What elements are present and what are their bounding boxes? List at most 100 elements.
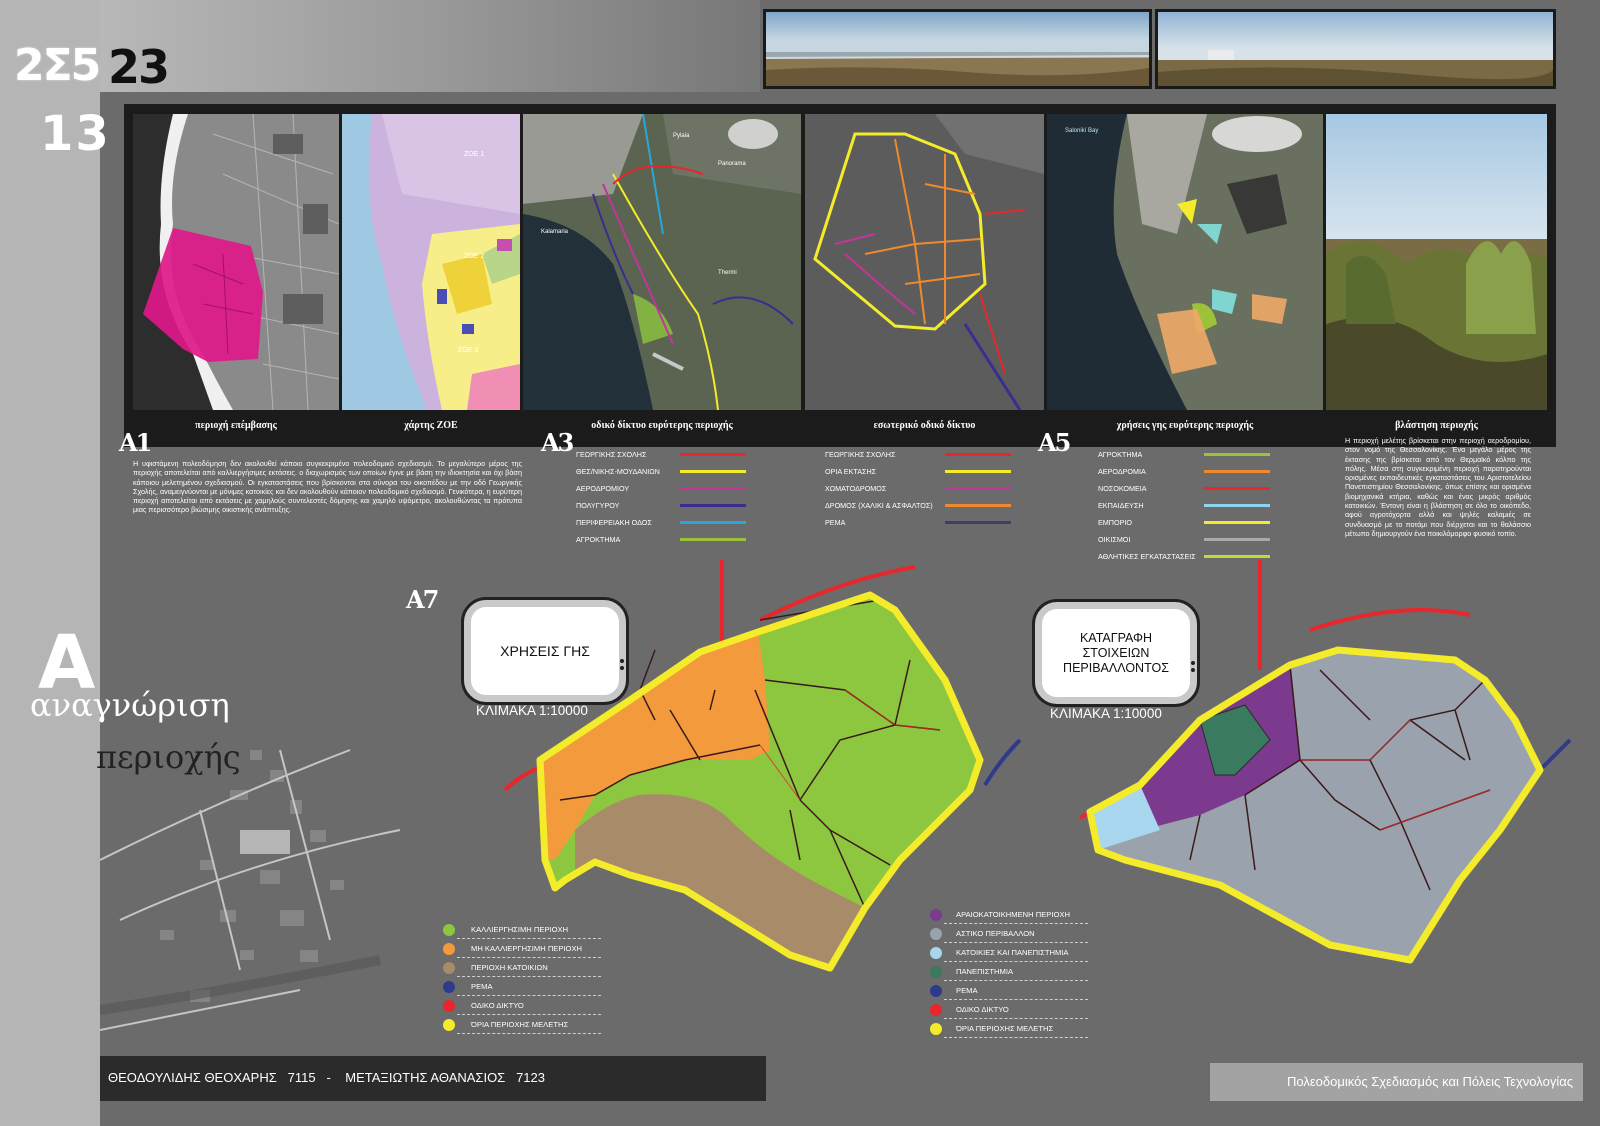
a4-legend-label-2: ΧΩΜΑΤΟΔΡΟΜΟΣ [825, 484, 887, 493]
footer-course-bar: Πολεοδομικός Σχεδιασμός και Πόλεις Τεχνο… [1210, 1063, 1583, 1101]
map1-legend-dot-0 [443, 924, 455, 936]
map2-legend-dot-5 [930, 1004, 942, 1016]
a3-legend-swatch-0 [680, 453, 746, 456]
map2-legend-dot-2 [930, 947, 942, 959]
a5-legend-label-3: ΕΚΠΑΙΔΕΥΣΗ [1098, 501, 1144, 510]
author-1-id: 7115 [287, 1070, 316, 1085]
caption-intervention-area: περιοχή επέμβασης [195, 420, 277, 431]
a3-legend-label-0: ΓΕΩΡΓΙΚΗΣ ΣΧΟΛΗΣ [576, 450, 647, 459]
a3-legend-swatch-5 [680, 538, 746, 541]
section-label-a3: A3 [541, 428, 574, 457]
zoe-label-2: ΖΟΕ 2 [464, 253, 484, 260]
caption-internal-road-network: εσωτερικό οδικό δίκτυο [873, 420, 976, 431]
panel-internal-road-network [805, 114, 1044, 410]
a5-legend-swatch-4 [1204, 521, 1270, 524]
a5-legend-swatch-5 [1204, 538, 1270, 541]
map1-legend-dot-3 [443, 981, 455, 993]
footer-authors: ΘΕΟΔΟΥΛΙΔΗΣ ΘΕΟΧΑΡΗΣ 7115 - ΜΕΤΑΞΙΩΤΗΣ Α… [108, 1070, 545, 1085]
title-recognition: αναγνώριση [30, 686, 230, 724]
a3-legend-swatch-2 [680, 487, 746, 490]
panel-intervention-area [133, 114, 339, 410]
map2-legend-label-4: ΡΕΜΑ [956, 986, 978, 995]
author-1-name: ΘΕΟΔΟΥΛΙΔΗΣ ΘΕΟΧΑΡΗΣ [108, 1070, 277, 1085]
footer-authors-bar: ΘΕΟΔΟΥΛΙΔΗΣ ΘΕΟΧΑΡΗΣ 7115 - ΜΕΤΑΞΙΩΤΗΣ Α… [100, 1056, 766, 1101]
a4-legend-label-3: ΔΡΟΜΟΣ (ΧΑΛΙΚΙ & ΑΣΦΑΛΤΟΣ) [825, 501, 933, 510]
a5-legend-swatch-2 [1204, 487, 1270, 490]
a5-legend: ΑΓΡΟΚΤΗΜΑ ΑΕΡΟΔΡΟΜΙΑ ΝΟΣΟΚΟΜΕΙΑ ΕΚΠΑΙΔΕΥ… [1098, 450, 1278, 570]
top-gradient-band [100, 0, 760, 92]
a3-legend-swatch-1 [680, 470, 746, 473]
map1-legend-dot-2 [443, 962, 455, 974]
map2-legend-dot-6 [930, 1023, 942, 1035]
a3-legend-swatch-3 [680, 504, 746, 507]
map2-legend: ΑΡΑΙΟΚΑΤΟΙΚΗΜΕΝΗ ΠΕΡΙΟΧΗ ΑΣΤΙΚΟ ΠΕΡΙΒΑΛΛ… [930, 909, 1090, 1039]
map2-legend-dot-0 [930, 909, 942, 921]
section-label-a5: A5 [1038, 428, 1071, 457]
aerial-sketch-background [99, 610, 420, 1050]
place-label-thermi: Thermi [718, 270, 737, 276]
a4-legend-label-1: ΟΡΙΑ ΕΚΤΑΣΗΣ [825, 467, 877, 476]
map2-legend-dot-4 [930, 985, 942, 997]
caption-zoe-map: χάρτης ΖΟΕ [404, 420, 458, 431]
panorama-field [1155, 9, 1556, 89]
section-label-a1: A1 [119, 428, 152, 457]
panel-wider-road-network: Kalamaria Pylaia Panorama Thermi [523, 114, 801, 410]
map1-legend-label-3: ΡΕΜΑ [471, 982, 493, 991]
map1-legend-dot-1 [443, 943, 455, 955]
a4-legend-swatch-2 [945, 487, 1011, 490]
author-separator: - [326, 1070, 331, 1085]
a3-legend-label-2: ΑΕΡΟΔΡΟΜΙΟΥ [576, 484, 630, 493]
a6-description: Η περιοχή μελέτης βρίσκεται στην περιοχή… [1345, 436, 1531, 538]
map2-legend-dot-1 [930, 928, 942, 940]
map2-legend-label-2: ΚΑΤΟΙΚΙΕΣ ΚΑΙ ΠΑΝΕΠΙΣΤΗΜΙΑ [956, 948, 1069, 957]
course-title: Πολεοδομικός Σχεδιασμός και Πόλεις Τεχνο… [1287, 1074, 1573, 1089]
map-environment-survey [1070, 560, 1600, 1000]
author-2-id: 7123 [516, 1070, 545, 1085]
map2-legend-label-3: ΠΑΝΕΠΙΣΤΗΜΙΑ [956, 967, 1014, 976]
map2-legend-label-5: ΟΔΙΚΟ ΔΙΚΤΥΟ [956, 1005, 1009, 1014]
map1-legend-label-5: ΌΡΙΑ ΠΕΡΙΟΧΗΣ ΜΕΛΕΤΗΣ [471, 1020, 569, 1029]
map2-legend-label-6: ΌΡΙΑ ΠΕΡΙΟΧΗΣ ΜΕΛΕΤΗΣ [956, 1024, 1054, 1033]
a5-legend-swatch-0 [1204, 453, 1270, 456]
left-sidebar [0, 0, 100, 1126]
a5-legend-label-0: ΑΓΡΟΚΤΗΜΑ [1098, 450, 1143, 459]
map1-legend-label-1: ΜΗ ΚΑΛΛΙΕΡΓΗΣΙΜΗ ΠΕΡΙΟΧΗ [471, 944, 583, 953]
caption-wider-land-uses: χρήσεις γης ευρύτερης περιοχής [1116, 420, 1254, 431]
map1-legend-label-2: ΠΕΡΙΟΧΗ ΚΑΤΟΙΚΙΩΝ [471, 963, 548, 972]
a3-legend-swatch-4 [680, 521, 746, 524]
map1-legend: ΚΑΛΛΙΕΡΓΗΣΙΜΗ ΠΕΡΙΟΧΗ ΜΗ ΚΑΛΛΙΕΡΓΗΣΙΜΗ Π… [443, 924, 603, 1034]
sheet-number: 13 [40, 106, 111, 162]
a4-legend-label-0: ΓΕΩΡΓΙΚΗΣ ΣΧΟΛΗΣ [825, 450, 896, 459]
map2-legend-label-1: ΑΣΤΙΚΟ ΠΕΡΙΒΑΛΛΟΝ [956, 929, 1035, 938]
a5-legend-label-5: ΟΙΚΙΣΜΟΙ [1098, 535, 1131, 544]
a3-legend-label-4: ΠΕΡΙΦΕΡΕΙΑΚΗ ΟΔΟΣ [576, 518, 652, 527]
a3-legend-label-1: ΘΕΣ/ΝΙΚΗΣ-ΜΟΥΔΑΝΙΩΝ [576, 467, 660, 476]
map1-legend-dot-5 [443, 1019, 455, 1031]
place-label-panorama: Panorama [718, 161, 746, 167]
place-label-pylaia: Pylaia [673, 133, 690, 139]
a5-legend-label-4: ΕΜΠΟΡΙΟ [1098, 518, 1132, 527]
place-label-kalamaria: Kalamaria [541, 229, 569, 235]
a5-legend-label-1: ΑΕΡΟΔΡΟΜΙΑ [1098, 467, 1146, 476]
a5-legend-swatch-3 [1204, 504, 1270, 507]
place-label-bay: Salonikí Bay [1065, 128, 1098, 134]
zoe-label-1: ΖΟΕ 1 [464, 151, 484, 158]
map1-legend-label-4: ΟΔΙΚΟ ΔΙΚΤΥΟ [471, 1001, 524, 1010]
a3-legend-label-3: ΠΟΛΥΓΥΡΟΥ [576, 501, 620, 510]
map2-legend-label-0: ΑΡΑΙΟΚΑΤΟΙΚΗΜΕΝΗ ΠΕΡΙΟΧΗ [956, 910, 1070, 919]
a5-legend-swatch-6 [1204, 555, 1270, 558]
panel-wider-land-uses: Salonikí Bay [1047, 114, 1323, 410]
course-code: 2Σ5 [14, 40, 101, 91]
panel-vegetation-photo [1326, 114, 1547, 410]
author-2-name: ΜΕΤΑΞΙΩΤΗΣ ΑΘΑΝΑΣΙΟΣ [345, 1070, 506, 1085]
a4-legend: ΓΕΩΡΓΙΚΗΣ ΣΧΟΛΗΣ ΟΡΙΑ ΕΚΤΑΣΗΣ ΧΩΜΑΤΟΔΡΟΜ… [825, 450, 1025, 540]
map1-legend-label-0: ΚΑΛΛΙΕΡΓΗΣΙΜΗ ΠΕΡΙΟΧΗ [471, 925, 569, 934]
a1-description: Η υφιστάμενη πολεοδόμηση δεν ακολουθεί κ… [133, 459, 522, 515]
a4-legend-swatch-1 [945, 470, 1011, 473]
panorama-shoreline [763, 9, 1152, 89]
zoe-label-3: ΖΟΕ 3 [458, 347, 478, 354]
a3-legend: ΓΕΩΡΓΙΚΗΣ ΣΧΟΛΗΣ ΘΕΣ/ΝΙΚΗΣ-ΜΟΥΔΑΝΙΩΝ ΑΕΡ… [576, 450, 756, 560]
a4-legend-swatch-0 [945, 453, 1011, 456]
a4-legend-swatch-4 [945, 521, 1011, 524]
a4-legend-swatch-3 [945, 504, 1011, 507]
